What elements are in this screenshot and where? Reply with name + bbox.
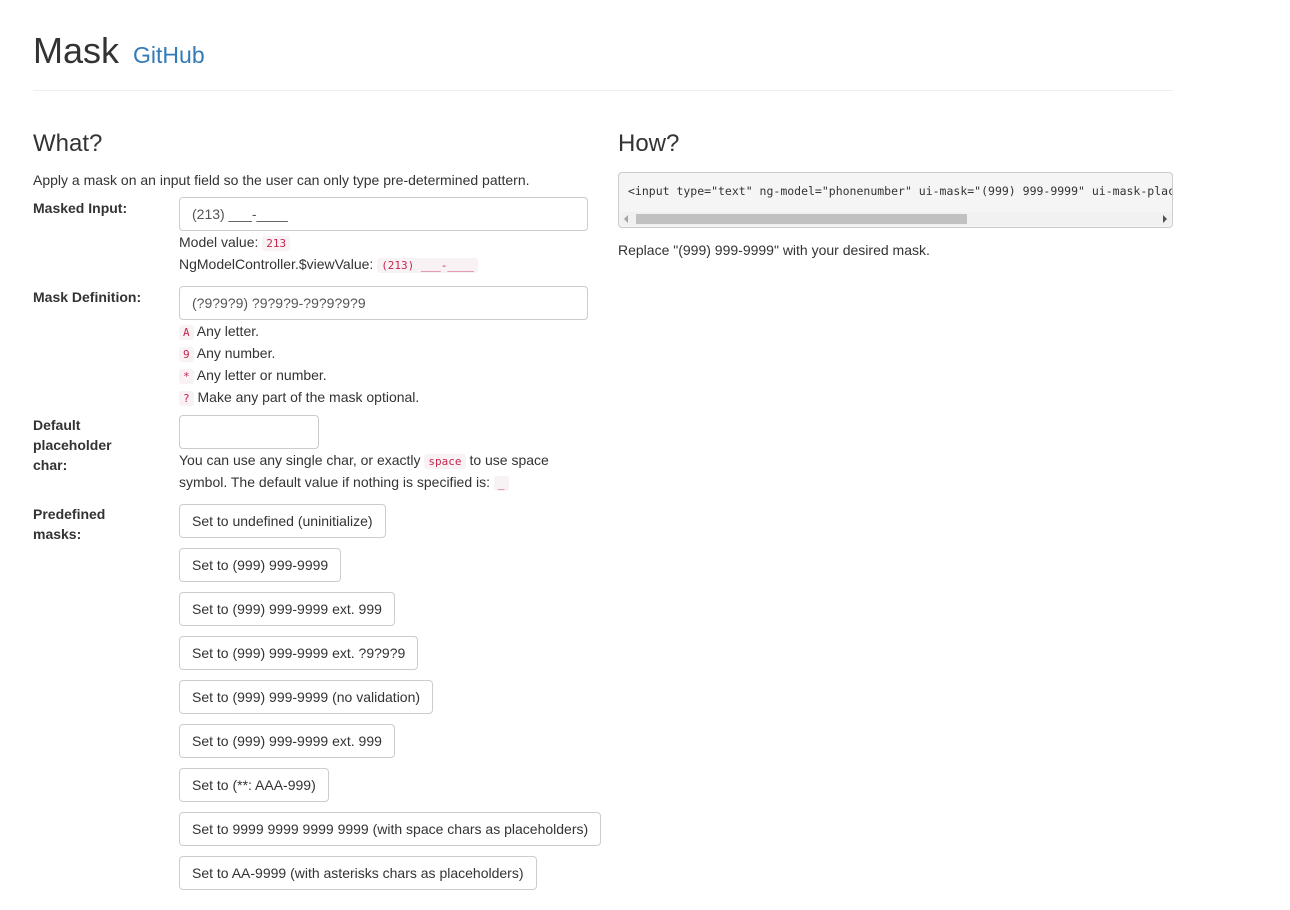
mask-def-text: Make any part of the mask optional.	[197, 389, 420, 405]
mask-def-item: 9 Any number.	[179, 343, 588, 365]
model-value-line: Model value: 213	[179, 232, 588, 254]
default-char-code: _	[493, 476, 509, 491]
code-text: <input type="text" ng-model="phonenumber…	[628, 184, 1172, 198]
title-text: Mask	[33, 30, 120, 71]
view-value-label: NgModelController.$viewValue:	[179, 256, 374, 272]
mask-def-code: ?	[179, 391, 194, 406]
set-phone-no-validation-button[interactable]: Set to (999) 999-9999 (no validation)	[179, 680, 434, 714]
placeholder-help: symbol. The default value if nothing is …	[179, 472, 579, 494]
replace-instructions: Replace "(999) 999-9999" with your desir…	[618, 242, 930, 258]
placeholder-label-line: Default	[33, 417, 81, 433]
mask-def-code: *	[179, 369, 194, 384]
mask-def-item: A Any letter.	[179, 321, 588, 343]
placeholder-help: You can use any single char, or exactly …	[179, 450, 579, 472]
set-card-mask-button[interactable]: Set to 9999 9999 9999 9999 (with space c…	[179, 812, 602, 846]
what-description: Apply a mask on an input field so the us…	[33, 172, 530, 188]
scroll-left-arrow-icon[interactable]	[620, 212, 634, 226]
page-header: Mask GitHub	[33, 0, 1173, 91]
mask-def-code: 9	[179, 347, 194, 362]
mask-def-item: * Any letter or number.	[179, 365, 588, 387]
set-phone-ext-button-2[interactable]: Set to (999) 999-9999 ext. 999	[179, 724, 395, 758]
model-value-code: 213	[262, 236, 291, 251]
mask-def-item: ? Make any part of the mask optional.	[179, 387, 588, 409]
scroll-right-arrow-icon[interactable]	[1157, 212, 1171, 226]
placeholder-help-text: symbol. The default value if nothing is …	[179, 474, 491, 490]
space-code: space	[424, 454, 466, 469]
set-phone-optional-ext-button[interactable]: Set to (999) 999-9999 ext. ?9?9?9	[179, 636, 419, 670]
set-aa-mask-button[interactable]: Set to AA-9999 (with asterisks chars as …	[179, 856, 537, 890]
scrollbar-thumb[interactable]	[636, 214, 967, 224]
placeholder-label-line: placeholder	[33, 437, 112, 453]
predefined-label-line: masks:	[33, 526, 82, 542]
page-title: Mask GitHub	[33, 31, 1173, 75]
mask-def-text: Any number.	[196, 345, 276, 361]
code-block[interactable]: <input type="text" ng-model="phonenumber…	[618, 172, 1173, 228]
mask-definition-label: Mask Definition:	[33, 289, 142, 305]
predefined-masks-label: Predefined masks:	[33, 504, 133, 544]
placeholder-char-label: Default placeholder char:	[33, 415, 133, 475]
model-value-label: Model value:	[179, 234, 259, 250]
mask-definition-field[interactable]	[179, 286, 588, 320]
predefined-label-line: Predefined	[33, 506, 106, 522]
placeholder-help-text: to use space	[469, 452, 549, 468]
main-container: Mask GitHub What? Apply a mask on an inp…	[33, 0, 1173, 890]
view-value-line: NgModelController.$viewValue: (213) ___-…	[179, 254, 588, 276]
placeholder-char-field[interactable]	[179, 415, 319, 449]
placeholder-label-line: char:	[33, 457, 68, 473]
github-link[interactable]: GitHub	[133, 42, 205, 68]
mask-def-text: Any letter or number.	[196, 367, 327, 383]
placeholder-help-text: You can use any single char, or exactly	[179, 452, 421, 468]
what-heading: What?	[33, 130, 103, 157]
mask-def-text: Any letter.	[196, 323, 260, 339]
set-phone-ext-button[interactable]: Set to (999) 999-9999 ext. 999	[179, 592, 395, 626]
horizontal-scrollbar[interactable]	[620, 212, 1171, 226]
set-phone-mask-button[interactable]: Set to (999) 999-9999	[179, 548, 342, 582]
masked-input-label: Masked Input:	[33, 200, 128, 216]
set-undefined-button[interactable]: Set to undefined (uninitialize)	[179, 504, 386, 538]
how-section: How? <input type="text" ng-model="phonen…	[618, 130, 1173, 260]
masked-input-field[interactable]	[179, 197, 588, 231]
mask-def-code: A	[179, 325, 194, 340]
view-value-code: (213) ___-____	[377, 258, 478, 273]
set-alnum-mask-button[interactable]: Set to (**: AAA-999)	[179, 768, 329, 802]
how-heading: How?	[618, 130, 680, 157]
what-section: What? Apply a mask on an input field so …	[33, 130, 603, 890]
